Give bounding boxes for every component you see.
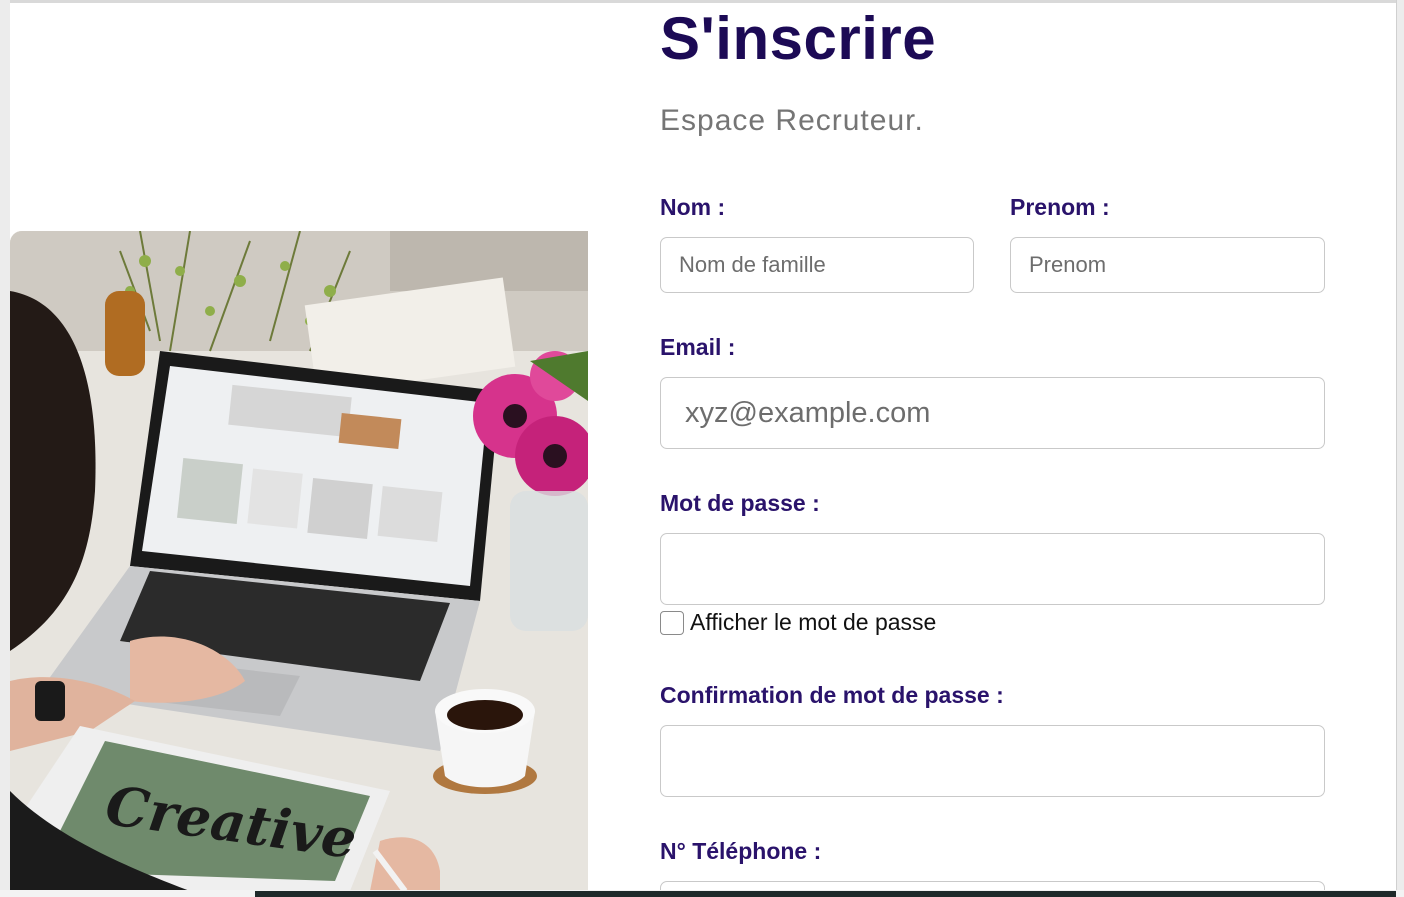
email-input[interactable] <box>660 377 1325 449</box>
nom-input[interactable] <box>660 237 974 293</box>
page-subtitle: Espace Recruteur. <box>660 104 924 137</box>
password-input[interactable] <box>660 533 1325 605</box>
show-password-label[interactable]: Afficher le mot de passe <box>690 609 936 636</box>
nom-label: Nom : <box>660 194 726 220</box>
window-scrollbar-track[interactable] <box>1396 0 1404 897</box>
confirm-password-label: Confirmation de mot de passe : <box>660 682 1004 708</box>
show-password-checkbox[interactable] <box>660 611 684 635</box>
taskbar-strip <box>255 891 1396 897</box>
workspace-photo: Creative <box>10 231 588 891</box>
prenom-input[interactable] <box>1010 237 1325 293</box>
prenom-label: Prenom : <box>1010 194 1110 220</box>
phone-label: N° Téléphone : <box>660 838 822 864</box>
password-label: Mot de passe : <box>660 490 820 516</box>
window-left-border <box>0 0 10 897</box>
confirm-password-input[interactable] <box>660 725 1325 797</box>
email-label: Email : <box>660 334 736 360</box>
window-top-border <box>0 0 1404 3</box>
page-title: S'inscrire <box>660 5 937 72</box>
